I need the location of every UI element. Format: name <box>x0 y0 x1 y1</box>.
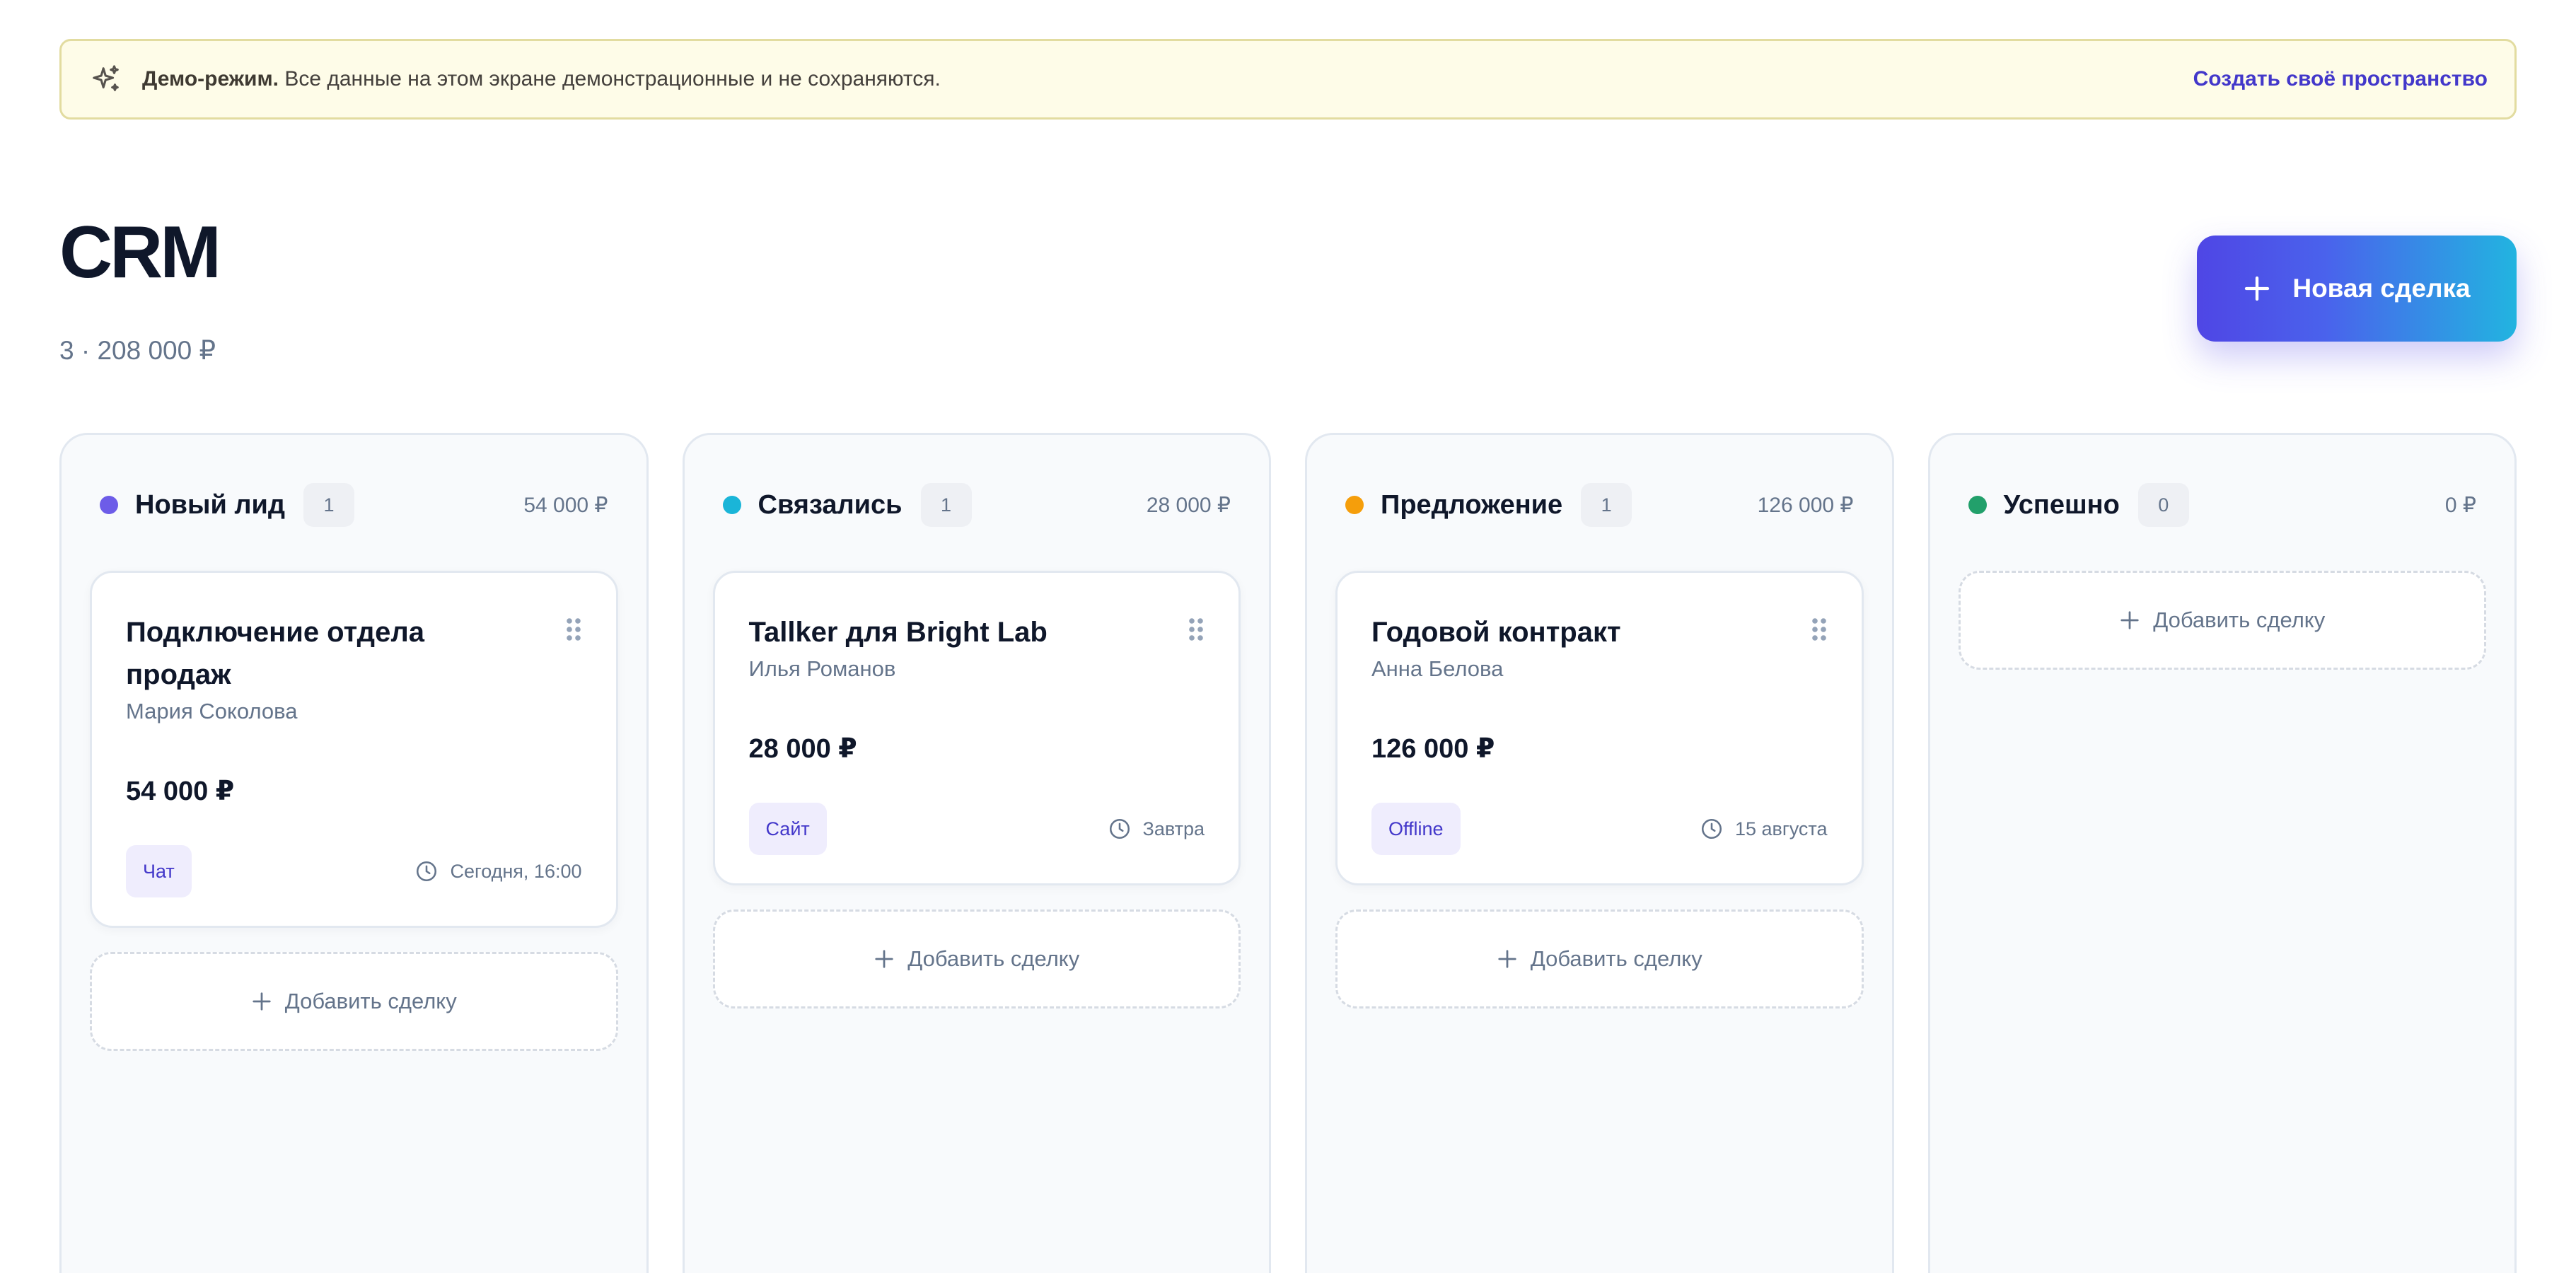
deal-due: Завтра <box>1108 817 1205 841</box>
deal-due-text: Сегодня, 16:00 <box>450 860 582 882</box>
column-header: Связались 1 28 000 ₽ <box>713 482 1241 528</box>
add-deal-button[interactable]: Добавить сделку <box>90 952 618 1051</box>
drag-handle-icon[interactable] <box>1811 617 1828 642</box>
deal-amount: 54 000 ₽ <box>126 777 235 806</box>
kanban-board: Новый лид 1 54 000 ₽ Подключение отдела … <box>59 433 2517 1273</box>
column-title: Успешно <box>2003 489 2120 520</box>
deal-contact: Анна Белова <box>1371 656 1504 681</box>
column-sum: 28 000 ₽ <box>1146 493 1231 517</box>
deal-contact: Илья Романов <box>748 656 896 681</box>
column-header: Успешно 0 0 ₽ <box>1959 482 2487 528</box>
column-success: Успешно 0 0 ₽ Добавить сделку <box>1927 433 2517 1273</box>
plus-icon <box>2120 611 2139 629</box>
add-deal-button[interactable]: Добавить сделку <box>1335 909 1864 1008</box>
deal-source-tag: Offline <box>1371 803 1461 855</box>
column-new-lead: Новый лид 1 54 000 ₽ Подключение отдела … <box>59 433 649 1273</box>
sparkle-icon <box>90 62 125 97</box>
new-deal-button[interactable]: Новая сделка <box>2197 236 2517 342</box>
status-dot <box>1345 496 1364 514</box>
crm-page: Демо-режим. Все данные на этом экране де… <box>0 0 2576 1273</box>
add-deal-label: Добавить сделку <box>2153 608 2326 632</box>
deal-title: Tallker для Bright Lab <box>748 617 1048 648</box>
demo-mode-description: Все данные на этом экране демонстрационн… <box>279 67 941 91</box>
column-header: Предложение 1 126 000 ₽ <box>1335 482 1864 528</box>
deals-summary: 3 · 208 000 ₽ <box>59 336 216 365</box>
column-count-badge: 1 <box>920 483 972 527</box>
deal-source-tag: Чат <box>126 845 192 897</box>
create-workspace-link[interactable]: Создать своё пространство <box>2193 67 2488 91</box>
add-deal-button[interactable]: Добавить сделку <box>1958 571 2486 670</box>
deal-card[interactable]: Tallker для Bright Lab Илья Романов 28 0… <box>712 571 1241 885</box>
column-contacted: Связались 1 28 000 ₽ Tallker для Bright … <box>682 433 1271 1273</box>
plus-icon <box>875 950 893 968</box>
column-sum: 0 ₽ <box>2444 493 2476 517</box>
deal-card[interactable]: Подключение отдела продаж Мария Соколова… <box>90 571 618 928</box>
add-deal-label: Добавить сделку <box>1530 946 1702 971</box>
deal-due: 15 августа <box>1700 817 1828 841</box>
new-deal-label: Новая сделка <box>2292 274 2471 303</box>
column-count-badge: 0 <box>2137 483 2189 527</box>
status-dot <box>722 496 741 514</box>
demo-banner: Демо-режим. Все данные на этом экране де… <box>59 39 2517 120</box>
demo-banner-message: Демо-режим. Все данные на этом экране де… <box>90 62 941 97</box>
deal-contact: Мария Соколова <box>126 699 298 723</box>
column-title: Связались <box>758 489 903 520</box>
add-deal-label: Добавить сделку <box>284 989 457 1013</box>
page-title: CRM <box>59 211 221 293</box>
clock-icon <box>1109 818 1130 839</box>
drag-handle-icon[interactable] <box>1188 617 1205 642</box>
drag-handle-icon[interactable] <box>565 617 582 642</box>
status-dot <box>1968 496 1987 514</box>
deal-amount: 126 000 ₽ <box>1371 734 1495 764</box>
deal-card[interactable]: Годовой контракт Анна Белова 126 000 ₽ O… <box>1335 571 1864 885</box>
clock-icon <box>1701 818 1722 839</box>
clock-icon <box>417 861 437 882</box>
deal-due-text: Завтра <box>1142 818 1205 839</box>
plus-icon <box>253 992 271 1011</box>
column-sum: 126 000 ₽ <box>1757 493 1854 517</box>
column-sum: 54 000 ₽ <box>523 493 608 517</box>
column-count-badge: 1 <box>303 483 355 527</box>
deal-source-tag: Сайт <box>748 803 827 855</box>
plus-icon <box>2245 276 2270 301</box>
deal-due: Сегодня, 16:00 <box>414 859 582 883</box>
column-header: Новый лид 1 54 000 ₽ <box>90 482 618 528</box>
plus-icon <box>1498 950 1516 968</box>
deal-due-text: 15 августа <box>1734 818 1828 839</box>
deal-title: Подключение отдела продаж <box>126 617 424 690</box>
add-deal-label: Добавить сделку <box>907 946 1080 971</box>
status-dot <box>100 496 118 514</box>
column-proposal: Предложение 1 126 000 ₽ Годовой контракт… <box>1305 433 1894 1273</box>
demo-banner-text: Демо-режим. Все данные на этом экране де… <box>142 67 941 91</box>
deal-title: Годовой контракт <box>1371 617 1621 648</box>
deal-amount: 28 000 ₽ <box>748 734 857 764</box>
column-title: Предложение <box>1381 489 1563 520</box>
column-title: Новый лид <box>135 489 286 520</box>
column-count-badge: 1 <box>1581 483 1632 527</box>
add-deal-button[interactable]: Добавить сделку <box>712 909 1241 1008</box>
demo-mode-label: Демо-режим. <box>142 67 279 91</box>
